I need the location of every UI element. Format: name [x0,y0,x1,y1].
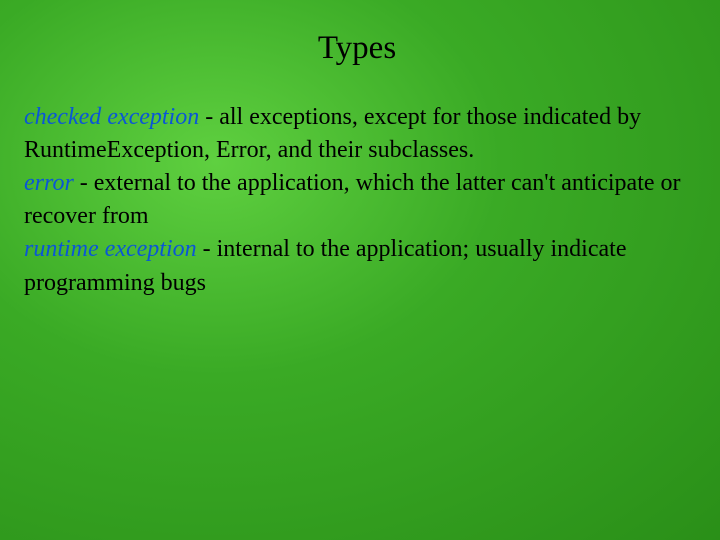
entry-checked-exception: checked exception - all exceptions, exce… [24,101,690,167]
term: runtime exception [24,236,197,262]
term: checked exception [24,104,199,130]
entry-runtime-exception: runtime exception - internal to the appl… [24,233,690,299]
description: - external to the application, which the… [24,170,681,229]
slide-title: Types [24,30,690,67]
term: error [24,170,74,196]
entry-error: error - external to the application, whi… [24,167,690,233]
slide-content: checked exception - all exceptions, exce… [24,101,690,300]
slide: Types checked exception - all exceptions… [0,0,720,540]
